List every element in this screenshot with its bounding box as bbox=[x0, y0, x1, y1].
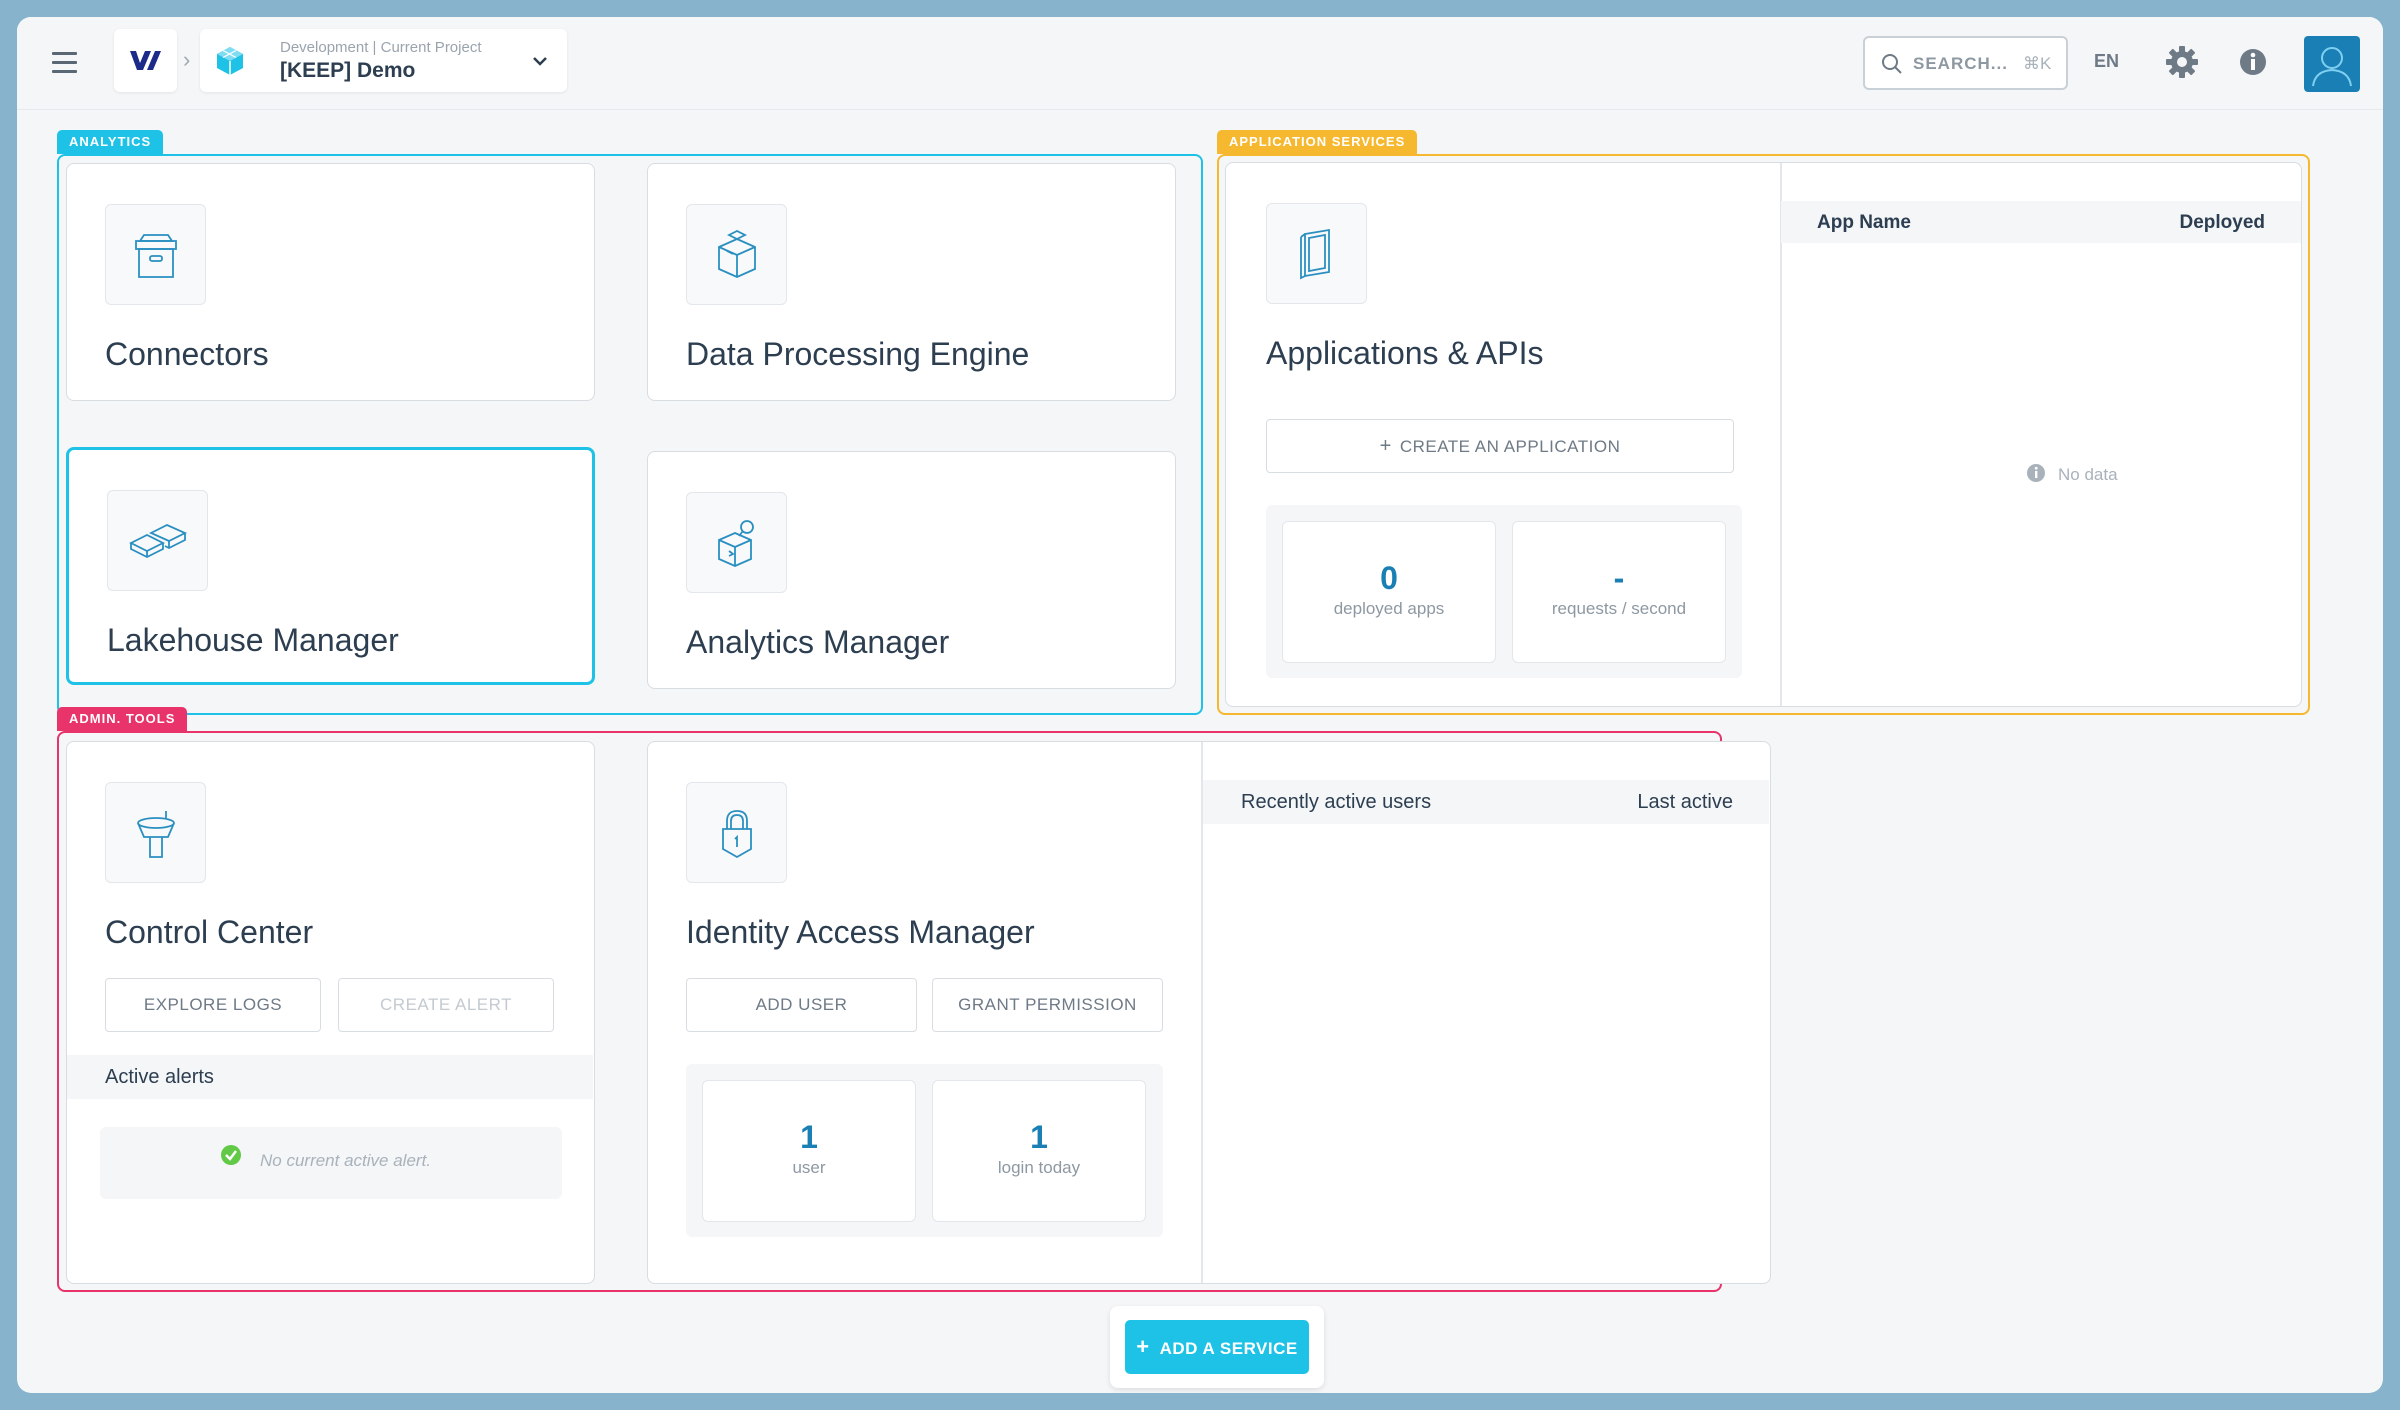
language-selector[interactable]: EN bbox=[2094, 51, 2119, 72]
chevron-down-icon bbox=[530, 51, 550, 76]
stat-value: 1 bbox=[800, 1119, 818, 1155]
cube-icon bbox=[686, 204, 787, 305]
application-services-tag: APPLICATION SERVICES bbox=[1217, 130, 1418, 154]
plus-icon: + bbox=[1379, 435, 1392, 457]
stat-value: 1 bbox=[1030, 1119, 1048, 1155]
grant-permission-button[interactable]: GRANT PERMISSION bbox=[932, 978, 1163, 1032]
add-service-container: + ADD A SERVICE bbox=[1110, 1306, 1324, 1388]
control-tower-icon bbox=[105, 782, 206, 883]
user-count-stat: 1 user bbox=[702, 1080, 916, 1222]
current-project-label: Current Project bbox=[380, 39, 482, 56]
app-window: › Development | Current Project [KEEP] D… bbox=[17, 17, 2383, 1393]
search-shortcut: ⌘K bbox=[2023, 54, 2052, 73]
app-stats-panel: 0 deployed apps - requests / second bbox=[1266, 505, 1742, 678]
column-header-deployed: Deployed bbox=[2179, 212, 2265, 233]
tablet-icon bbox=[1266, 203, 1367, 304]
no-alert-panel: No current active alert. bbox=[100, 1127, 562, 1199]
environment-label: Development bbox=[280, 39, 369, 56]
card-title: Lakehouse Manager bbox=[107, 622, 399, 658]
create-application-button[interactable]: + CREATE AN APPLICATION bbox=[1266, 419, 1734, 473]
control-center-title: Control Center bbox=[105, 914, 314, 950]
add-service-button[interactable]: + ADD A SERVICE bbox=[1125, 1320, 1309, 1374]
app-logo[interactable] bbox=[114, 29, 177, 92]
search-label: SEARCH... bbox=[1913, 54, 2008, 73]
check-circle-icon bbox=[221, 1145, 241, 1165]
users-table-header: Recently active users Last active bbox=[1203, 780, 1769, 824]
project-breadcrumb: Development | Current Project bbox=[280, 39, 482, 56]
stat-label: user bbox=[792, 1158, 826, 1177]
user-avatar[interactable] bbox=[2304, 36, 2360, 92]
no-alert-text: No current active alert. bbox=[260, 1151, 432, 1170]
create-application-label: CREATE AN APPLICATION bbox=[1399, 437, 1621, 456]
explore-logs-button[interactable]: EXPLORE LOGS bbox=[105, 978, 321, 1032]
identity-access-manager-card[interactable]: Identity Access Manager ADD USER GRANT P… bbox=[647, 741, 1771, 1284]
analytics-manager-card[interactable]: Analytics Manager bbox=[647, 451, 1176, 689]
card-title: Data Processing Engine bbox=[686, 336, 1030, 372]
project-selector[interactable]: Development | Current Project [KEEP] Dem… bbox=[200, 29, 567, 92]
archive-box-icon bbox=[105, 204, 206, 305]
search-icon bbox=[1881, 53, 1903, 80]
data-processing-card[interactable]: Data Processing Engine bbox=[647, 163, 1176, 401]
add-service-label: ADD A SERVICE bbox=[1159, 1339, 1298, 1358]
card-title: Analytics Manager bbox=[686, 624, 950, 660]
plus-icon: + bbox=[1136, 1334, 1150, 1359]
info-circle-icon bbox=[2027, 464, 2045, 482]
apps-table-header: App Name Deployed bbox=[1781, 201, 2301, 243]
no-data-text: No data bbox=[2058, 465, 2118, 484]
menu-icon[interactable] bbox=[52, 52, 77, 73]
project-name: [KEEP] Demo bbox=[280, 59, 416, 82]
add-user-button[interactable]: ADD USER bbox=[686, 978, 917, 1032]
logo-icon bbox=[130, 51, 161, 70]
cube-search-icon bbox=[686, 492, 787, 593]
stat-value: - bbox=[1613, 560, 1625, 596]
control-center-card[interactable]: Control Center EXPLORE LOGS CREATE ALERT… bbox=[66, 741, 595, 1284]
padlock-icon bbox=[686, 782, 787, 883]
user-icon bbox=[2312, 47, 2352, 87]
active-alerts-header: Active alerts bbox=[67, 1055, 593, 1099]
empty-state: No data bbox=[2026, 463, 2118, 485]
column-header-last-active: Last active bbox=[1637, 791, 1733, 813]
project-cube-icon bbox=[212, 43, 248, 84]
info-icon[interactable] bbox=[2238, 47, 2268, 82]
column-header-recent-users: Recently active users bbox=[1241, 791, 1432, 813]
blocks-icon bbox=[107, 490, 208, 591]
analytics-tag: ANALYTICS bbox=[57, 130, 164, 154]
lakehouse-manager-card[interactable]: Lakehouse Manager bbox=[66, 447, 595, 685]
connectors-card[interactable]: Connectors bbox=[66, 163, 595, 401]
stat-label: requests / second bbox=[1551, 599, 1687, 618]
deployed-apps-stat: 0 deployed apps bbox=[1282, 521, 1496, 663]
stat-label: deployed apps bbox=[1333, 599, 1445, 618]
column-header-app-name: App Name bbox=[1817, 212, 1911, 233]
stat-label: login today bbox=[997, 1158, 1081, 1177]
requests-per-second-stat: - requests / second bbox=[1512, 521, 1726, 663]
applications-card: Applications & APIs + CREATE AN APPLICATI… bbox=[1225, 162, 2302, 707]
active-alerts-label: Active alerts bbox=[105, 1066, 214, 1088]
create-alert-button[interactable]: CREATE ALERT bbox=[338, 978, 554, 1032]
divider bbox=[1780, 163, 1782, 706]
applications-title: Applications & APIs bbox=[1266, 335, 1544, 371]
stat-value: 0 bbox=[1380, 560, 1398, 596]
gear-icon[interactable] bbox=[2165, 45, 2199, 84]
iam-stats-panel: 1 user 1 login today bbox=[686, 1064, 1163, 1237]
breadcrumb-chevron-icon: › bbox=[183, 47, 191, 72]
top-bar: › Development | Current Project [KEEP] D… bbox=[17, 17, 2383, 110]
admin-tools-tag: ADMIN. TOOLS bbox=[57, 707, 188, 731]
search-button[interactable]: SEARCH... ⌘K bbox=[1863, 36, 2068, 90]
login-today-stat: 1 login today bbox=[932, 1080, 1146, 1222]
card-title: Connectors bbox=[105, 336, 269, 372]
iam-title: Identity Access Manager bbox=[686, 914, 1035, 950]
